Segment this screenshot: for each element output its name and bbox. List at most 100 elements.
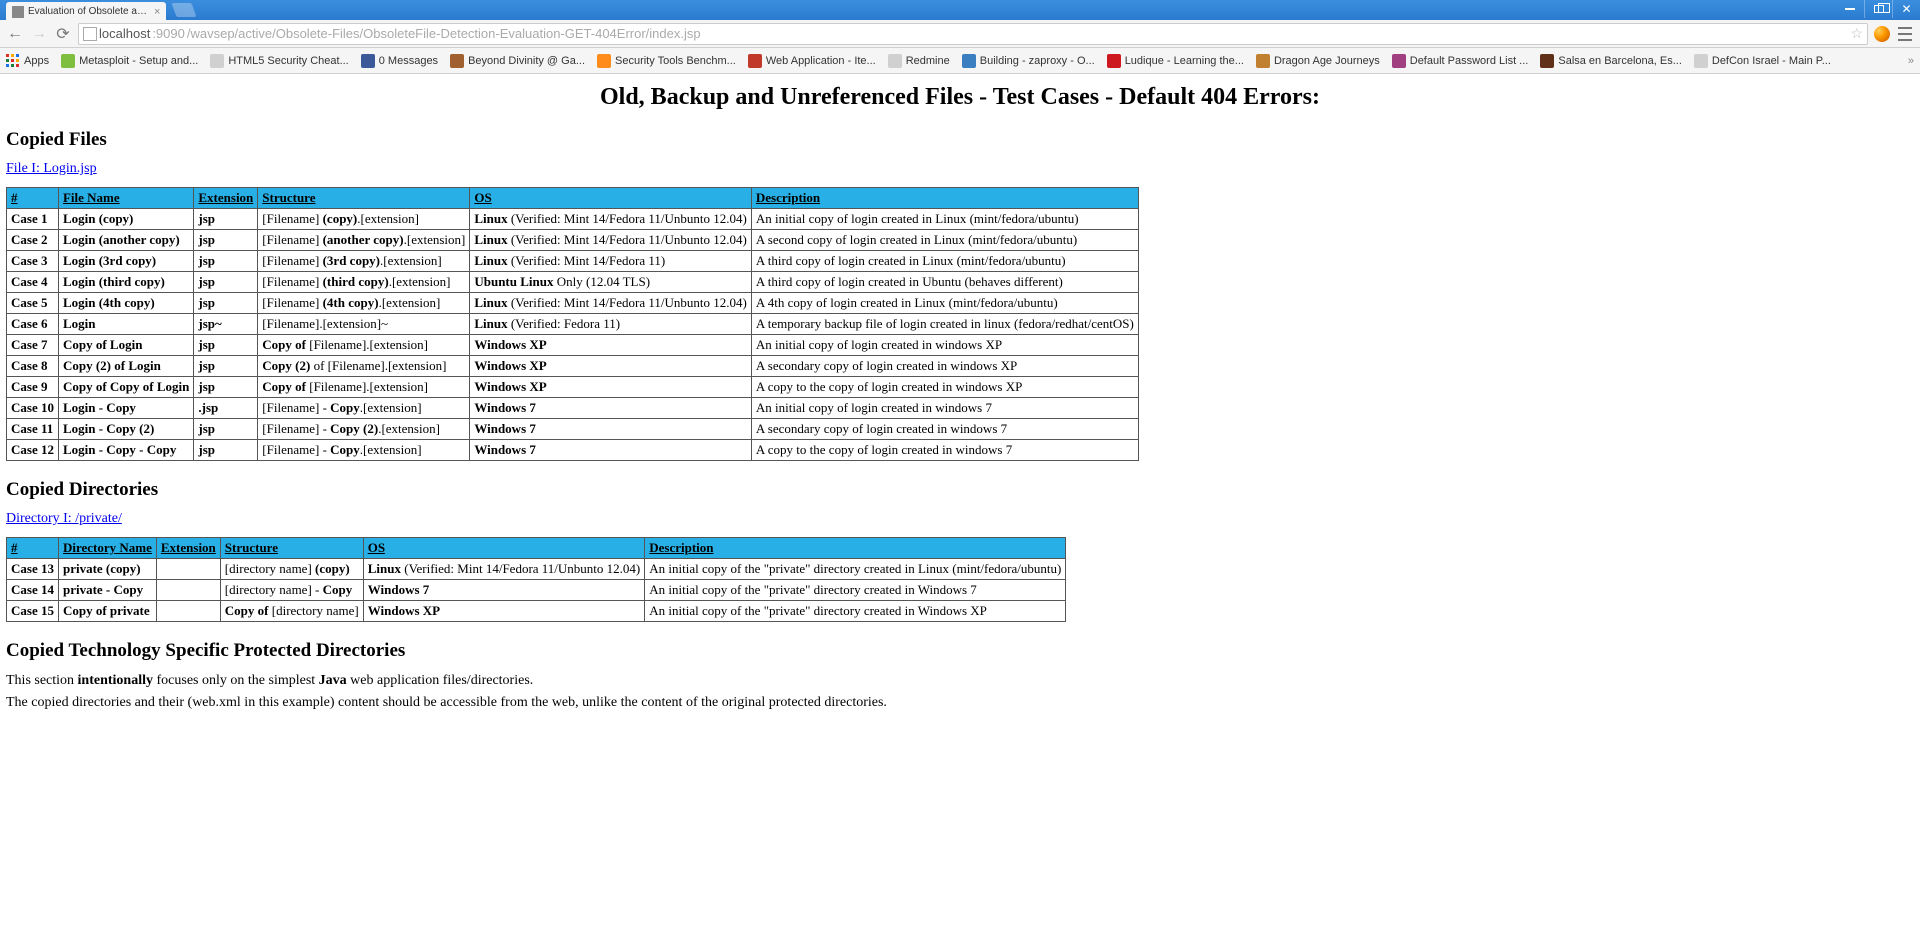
table-copied-files: #File NameExtensionStructureOSDescriptio… [6,187,1139,461]
section-tech-specific-heading: Copied Technology Specific Protected Dir… [6,640,1914,662]
description-cell: A temporary backup file of login created… [751,314,1138,335]
page-title: Old, Backup and Unreferenced Files - Tes… [6,84,1914,111]
file-name-cell: Login (4th copy) [58,293,193,314]
file-name-cell: Login - Copy - Copy [58,440,193,461]
description-cell: A third copy of login created in Linux (… [751,251,1138,272]
table-header-cell: Extension [156,538,220,559]
page-icon [83,27,97,41]
bookmark-item[interactable]: Web Application - Ite... [748,54,876,68]
bookmark-item[interactable]: Salsa en Barcelona, Es... [1540,54,1682,68]
structure-cell: [Filename] (another copy).[extension] [258,230,470,251]
browser-tab[interactable]: Evaluation of Obsolete and ... × [6,2,166,20]
window-close-button[interactable]: ✕ [1892,0,1920,18]
bookmark-favicon-icon [748,54,762,68]
bookmark-favicon-icon [888,54,902,68]
bookmark-item[interactable]: Default Password List ... [1392,54,1529,68]
bookmark-item[interactable]: DefCon Israel - Main P... [1694,54,1831,68]
bookmark-item[interactable]: 0 Messages [361,54,438,68]
extension-cell [156,601,220,622]
link-directory-private[interactable]: Directory I: /private/ [6,511,122,526]
table-header-cell: # [7,188,59,209]
structure-cell: [Filename] (3rd copy).[extension] [258,251,470,272]
table-header-cell: Structure [258,188,470,209]
close-icon: ✕ [1901,2,1911,16]
extension-cell: jsp [194,356,258,377]
table-header-cell: OS [363,538,645,559]
table-header-cell: Extension [194,188,258,209]
os-cell: Windows 7 [470,440,752,461]
bookmark-label: Building - zaproxy - O... [980,55,1095,67]
extension-cell [156,580,220,601]
url-path: /wavsep/active/Obsolete-Files/ObsoleteFi… [187,26,701,41]
os-cell: Linux (Verified: Mint 14/Fedora 11/Unbun… [470,209,752,230]
nav-back-button[interactable]: ← [6,25,24,43]
bookmark-favicon-icon [1694,54,1708,68]
tab-favicon-icon [12,6,24,18]
bookmark-item[interactable]: Ludique - Learning the... [1107,54,1244,68]
bookmark-item[interactable]: Dragon Age Journeys [1256,54,1380,68]
page-content[interactable]: Old, Backup and Unreferenced Files - Tes… [0,74,1920,950]
bookmark-item[interactable]: Building - zaproxy - O... [962,54,1095,68]
os-cell: Windows 7 [363,580,645,601]
table-header-cell: File Name [58,188,193,209]
table-row: Case 7Copy of LoginjspCopy of [Filename]… [7,335,1139,356]
structure-cell: [Filename] - Copy (2).[extension] [258,419,470,440]
case-id-cell: Case 7 [7,335,59,356]
window-maximize-button[interactable] [1864,0,1892,18]
directory-name-cell: Copy of private [58,601,156,622]
description-cell: An initial copy of login created in wind… [751,335,1138,356]
bookmark-star-icon[interactable]: ☆ [1850,25,1863,42]
table-header-cell: Structure [220,538,363,559]
bookmark-item[interactable]: Metasploit - Setup and... [61,54,198,68]
table-row: Case 11Login - Copy (2)jsp[Filename] - C… [7,419,1139,440]
bookmark-label: Salsa en Barcelona, Es... [1558,55,1682,67]
tab-close-icon[interactable]: × [154,6,160,18]
table-copied-directories: #Directory NameExtensionStructureOSDescr… [6,537,1066,622]
nav-reload-button[interactable]: ⟳ [54,25,72,43]
bookmark-item[interactable]: Redmine [888,54,950,68]
description-cell: A secondary copy of login created in win… [751,356,1138,377]
os-cell: Linux (Verified: Fedora 11) [470,314,752,335]
bookmarks-overflow-icon[interactable]: » [1908,55,1914,67]
address-bar[interactable]: localhost:9090/wavsep/active/Obsolete-Fi… [78,23,1868,45]
description-cell: An initial copy of login created in wind… [751,398,1138,419]
description-cell: A second copy of login created in Linux … [751,230,1138,251]
case-id-cell: Case 14 [7,580,59,601]
os-cell: Windows 7 [470,419,752,440]
os-cell: Linux (Verified: Mint 14/Fedora 11/Unbun… [470,230,752,251]
case-id-cell: Case 11 [7,419,59,440]
apps-button[interactable]: Apps [6,54,49,68]
extension-cell [156,559,220,580]
bookmark-item[interactable]: Security Tools Benchm... [597,54,736,68]
extension-cell: jsp [194,377,258,398]
table-row: Case 4Login (third copy)jsp[Filename] (t… [7,272,1139,293]
os-cell: Windows 7 [470,398,752,419]
table-row: Case 12Login - Copy - Copyjsp[Filename] … [7,440,1139,461]
structure-cell: [Filename] (4th copy).[extension] [258,293,470,314]
structure-cell: Copy (2) of [Filename].[extension] [258,356,470,377]
directory-name-cell: private (copy) [58,559,156,580]
chrome-menu-button[interactable] [1896,25,1914,43]
case-id-cell: Case 12 [7,440,59,461]
extension-cell: jsp [194,272,258,293]
case-id-cell: Case 8 [7,356,59,377]
bookmark-label: Security Tools Benchm... [615,55,736,67]
new-tab-button[interactable] [172,3,197,17]
bookmark-item[interactable]: HTML5 Security Cheat... [210,54,348,68]
file-name-cell: Copy (2) of Login [58,356,193,377]
bookmark-item[interactable]: Beyond Divinity @ Ga... [450,54,585,68]
table-row: Case 8Copy (2) of LoginjspCopy (2) of [F… [7,356,1139,377]
bookmark-label: Default Password List ... [1410,55,1529,67]
nav-forward-button[interactable]: → [30,25,48,43]
extension-icon[interactable] [1874,26,1890,42]
table-header-cell: OS [470,188,752,209]
structure-cell: [directory name] (copy) [220,559,363,580]
page-viewport: Old, Backup and Unreferenced Files - Tes… [0,74,1920,950]
window-minimize-button[interactable] [1836,0,1864,18]
extension-cell: jsp [194,419,258,440]
extension-cell: jsp [194,335,258,356]
window-controls: ✕ [1836,0,1920,20]
minimize-icon [1845,8,1855,10]
table-row: Case 3Login (3rd copy)jsp[Filename] (3rd… [7,251,1139,272]
link-file-login[interactable]: File I: Login.jsp [6,161,97,176]
